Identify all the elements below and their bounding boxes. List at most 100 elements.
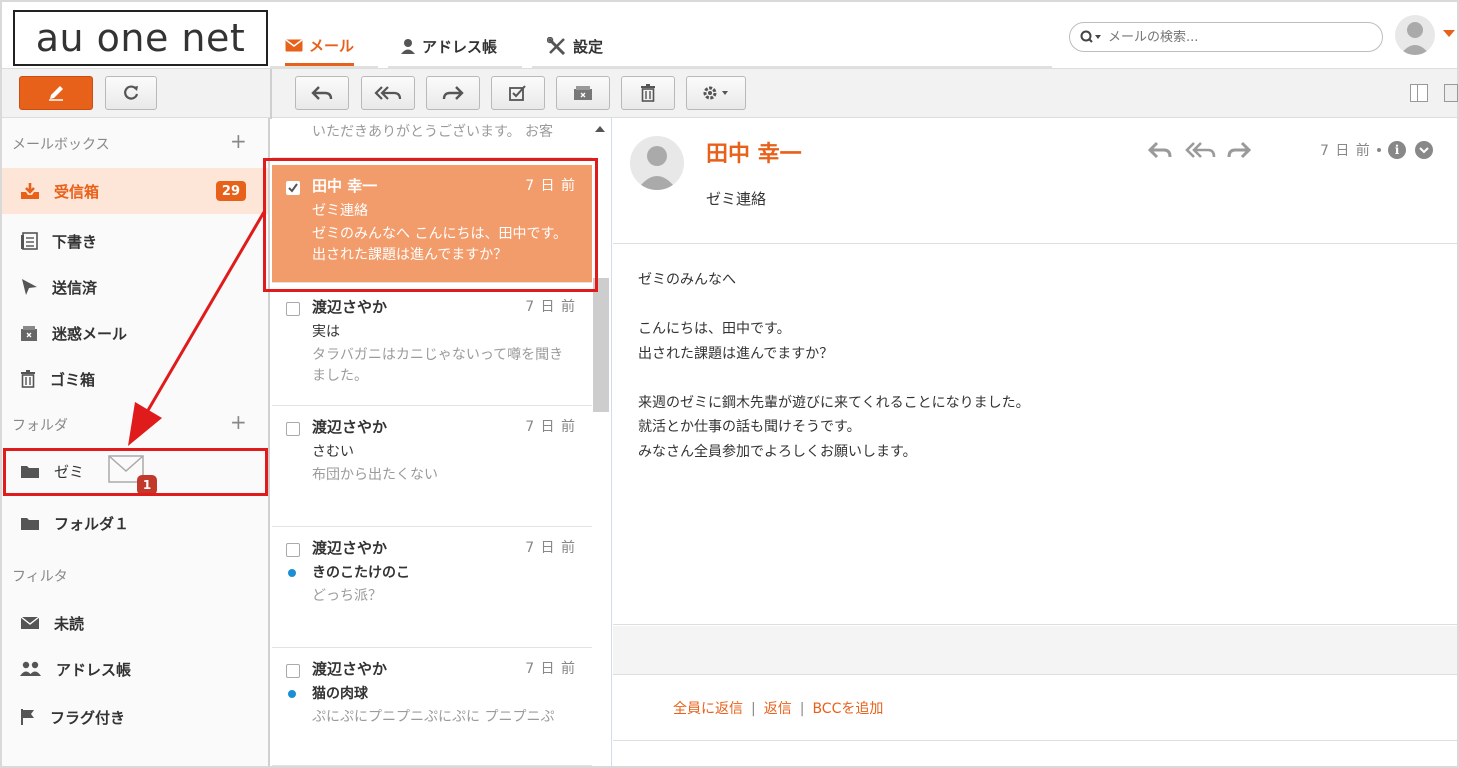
mark-read-icon: [509, 85, 526, 101]
folder-icon: [21, 466, 39, 478]
sidebar-item-label: 下書き: [52, 232, 98, 251]
reply-all-icon[interactable]: [1185, 140, 1217, 160]
sidebar-item-label: 送信済: [52, 278, 98, 297]
sidebar-filter-address-book[interactable]: アドレス帳: [2, 646, 268, 692]
forward-icon: [442, 86, 464, 100]
search-icon: [1080, 30, 1101, 43]
message-checkbox[interactable]: [286, 543, 300, 557]
toolbar-divider: [270, 69, 272, 119]
reply-link[interactable]: 返信: [764, 701, 792, 717]
sidebar-item-sent[interactable]: 送信済: [2, 264, 268, 310]
tab-settings-label: 設定: [573, 37, 604, 56]
person-icon: [401, 39, 415, 54]
sidebar-item-inbox[interactable]: 受信箱 29: [2, 168, 268, 214]
user-avatar[interactable]: [1395, 15, 1435, 55]
tab-address-book[interactable]: アドレス帳: [400, 28, 497, 64]
sent-icon: [22, 279, 37, 295]
body-line: [638, 293, 1030, 318]
list-item[interactable]: 渡辺さやか 7 日 前 きのこたけのこ どっち派？: [272, 527, 592, 648]
envelope-icon: [285, 39, 303, 52]
message-date: 7 日 前: [525, 540, 576, 556]
message-preview: 布団から出たくない: [312, 467, 438, 483]
sidebar: メールボックス + 受信箱 29 下書き 送信済 迷惑メール ゴミ箱 フォルダ …: [2, 118, 270, 766]
body-line: 出された課題は進んでますか？: [638, 345, 834, 362]
message-preview: ぷにぷにプニプニぷにぷに プニプニぷ: [312, 709, 555, 725]
reply-area-spacer: [613, 626, 1457, 674]
reader-sender[interactable]: 田中 幸一: [706, 136, 802, 168]
filter-section-title: フィルタ: [12, 569, 68, 585]
list-item[interactable]: 渡辺さやか 7 日 前 実は タラバガニはカニじゃないって噂を聞きました。: [272, 286, 592, 406]
search-box[interactable]: [1069, 22, 1383, 52]
message-list: いただきありがとうございます。 お客 田中 幸一 7 日 前 ゼミ連絡 ゼミのみ…: [272, 118, 612, 766]
add-folder-button[interactable]: +: [230, 410, 247, 434]
sidebar-folder-zemi[interactable]: ゼミ 1: [2, 448, 268, 495]
sidebar-item-label: ゴミ箱: [50, 370, 96, 389]
tab-mail-label: メール: [309, 37, 355, 55]
sidebar-filter-flagged[interactable]: フラグ付き: [2, 694, 268, 740]
add-bcc-link[interactable]: BCCを追加: [812, 701, 883, 717]
delete-button[interactable]: [621, 76, 675, 110]
chevron-down-icon[interactable]: [1443, 30, 1455, 37]
add-mailbox-button[interactable]: +: [230, 129, 247, 153]
sidebar-folder-1[interactable]: フォルダ１: [2, 500, 268, 546]
link-separator: |: [751, 701, 756, 717]
message-subject: ゼミ連絡: [312, 203, 368, 219]
more-options-button[interactable]: [686, 76, 746, 110]
sidebar-item-spam[interactable]: 迷惑メール: [2, 310, 268, 356]
header: au one net メール アドレス帳 設定: [2, 2, 1457, 68]
sidebar-item-drafts[interactable]: 下書き: [2, 218, 268, 264]
body-line: [638, 366, 1030, 391]
message-date: 7 日 前: [525, 419, 576, 435]
reply-button[interactable]: [295, 76, 349, 110]
list-item[interactable]: 田中 幸一 7 日 前 ゼミ連絡 ゼミのみんなへ こんにちは、田中です。 出され…: [272, 165, 592, 283]
message-checkbox[interactable]: [286, 302, 300, 316]
compose-button[interactable]: [19, 76, 93, 110]
scrollbar-thumb[interactable]: [593, 278, 609, 412]
spam-icon: [21, 325, 37, 341]
layout-split-icon[interactable]: [1444, 84, 1458, 102]
envelope-icon: [20, 616, 40, 629]
layout-single-icon[interactable]: [1410, 84, 1428, 102]
drag-count-badge: 1: [137, 475, 158, 495]
reply-all-icon: [374, 86, 402, 100]
chevron-down-icon[interactable]: [1415, 141, 1433, 159]
mark-read-button[interactable]: [491, 76, 545, 110]
trash-icon: [641, 84, 655, 102]
bullet-separator: [1377, 148, 1381, 152]
list-item[interactable]: 渡辺さやか 7 日 前 さむい 布団から出たくない: [272, 406, 592, 527]
sidebar-item-trash[interactable]: ゴミ箱: [2, 356, 268, 402]
tab-settings[interactable]: 設定: [547, 28, 603, 64]
forward-icon[interactable]: [1226, 140, 1252, 160]
info-icon[interactable]: i: [1388, 141, 1406, 159]
tab-mail[interactable]: メール: [285, 28, 355, 66]
reply-all-button[interactable]: [361, 76, 415, 110]
trash-icon: [21, 370, 35, 388]
reply-icon[interactable]: [1147, 140, 1173, 160]
list-item[interactable]: 渡辺さやか 7 日 前 猫の肉球 ぷにぷにプニプニぷにぷに プニプニぷ: [272, 648, 592, 766]
scroll-up-arrow[interactable]: [595, 126, 605, 132]
message-checkbox[interactable]: [286, 181, 300, 195]
spam-button[interactable]: [556, 76, 610, 110]
sidebar-item-label: アドレス帳: [56, 660, 132, 679]
sender-avatar: [630, 136, 684, 190]
refresh-button[interactable]: [105, 76, 157, 110]
body-line: ゼミのみんなへ: [638, 272, 736, 288]
au-one-net-logo[interactable]: au one net: [13, 10, 268, 66]
reading-pane: 田中 幸一 ゼミ連絡 7 日 前 i ゼミのみんなへ こんにちは、田中です。 出…: [613, 118, 1457, 766]
reply-all-link[interactable]: 全員に返信: [673, 701, 743, 717]
unread-dot: [288, 690, 296, 698]
search-input[interactable]: [1108, 29, 1348, 45]
body-divider: [613, 624, 1457, 625]
sidebar-filter-unread[interactable]: 未読: [2, 600, 268, 646]
message-body: ゼミのみんなへ こんにちは、田中です。 出された課題は進んでますか？ 来週のゼミ…: [638, 268, 1030, 464]
forward-button[interactable]: [426, 76, 480, 110]
body-line: 来週のゼミに鋼木先輩が遊びに来てくれることになりました。: [638, 394, 1030, 411]
list-item-partial[interactable]: いただきありがとうございます。 お客: [272, 118, 592, 158]
sidebar-item-label: 未読: [54, 614, 85, 633]
unread-count-badge: 29: [215, 181, 246, 201]
message-subject: きのこたけのこ: [312, 565, 410, 581]
message-checkbox[interactable]: [286, 422, 300, 436]
message-checkbox[interactable]: [286, 664, 300, 678]
message-date: 7 日 前: [525, 178, 576, 194]
flag-icon: [21, 709, 34, 725]
